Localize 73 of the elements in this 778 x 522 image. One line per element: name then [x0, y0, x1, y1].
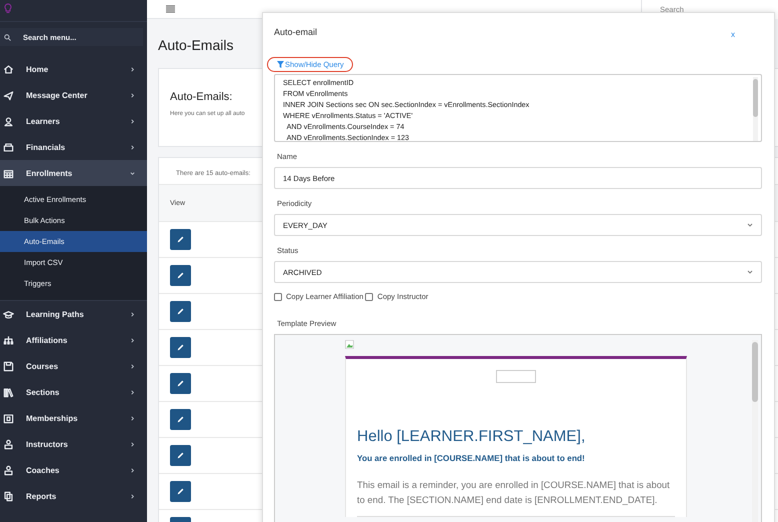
chevron-icon	[130, 312, 135, 316]
chevron-icon	[130, 364, 135, 368]
house-icon	[3, 64, 14, 74]
checkbox[interactable]	[274, 292, 282, 300]
pencil-icon	[176, 307, 185, 316]
broken-image-icon	[345, 340, 354, 349]
checkbox[interactable]	[365, 292, 374, 300]
section-heading: Auto-Emails:	[170, 91, 232, 103]
email-greeting: Hello [LEARNER.FIRST_NAME],	[357, 428, 586, 446]
scrollbar[interactable]	[752, 340, 758, 522]
person-icon	[3, 464, 14, 476]
graduation-cap-icon	[3, 308, 14, 320]
image-placeholder	[496, 370, 536, 383]
nav-item[interactable]: Affiliations	[0, 327, 147, 353]
chevron-icon	[130, 92, 135, 98]
edit-button[interactable]	[170, 481, 191, 502]
nav-item[interactable]: Financials	[0, 134, 147, 160]
email-subheading: You are enrolled in [COURSE.NAME] that is about to end!	[357, 453, 586, 463]
paper-plane-icon	[3, 90, 14, 100]
chevron-icon	[130, 416, 135, 420]
chevron-icon	[130, 468, 135, 472]
pencil-icon	[176, 487, 185, 496]
nav-item[interactable]: Learners	[0, 108, 147, 134]
chevron-icon	[130, 442, 135, 446]
menu-icon[interactable]	[166, 5, 175, 13]
nav-item[interactable]: Reports	[0, 483, 147, 509]
pencil-icon	[176, 379, 185, 388]
nav-item[interactable]: Message Center	[0, 82, 147, 108]
search-icon	[4, 34, 11, 41]
edit-button[interactable]	[170, 409, 191, 430]
nav-item[interactable]: Learning Paths	[0, 301, 147, 327]
nav-item[interactable]: Home	[0, 56, 147, 82]
page-title: Auto-Emails	[158, 37, 234, 53]
chevron-down-icon	[747, 223, 753, 227]
email-body-text: This email is a reminder, you are enrolled in [COURSE.NAME] that is about to end. The [SECTION.NAME] end date is [ENROLLMENT.END_DATE].	[357, 478, 671, 507]
chevron-down-icon	[747, 270, 753, 274]
edit-button[interactable]	[170, 229, 191, 250]
person-icon	[3, 116, 14, 126]
nav-item[interactable]: Sections	[0, 379, 147, 405]
chevron-icon	[130, 494, 135, 498]
pencil-icon	[176, 451, 185, 460]
pencil-icon	[176, 235, 185, 244]
chevron-icon	[130, 118, 135, 124]
close-button[interactable]: x	[731, 30, 735, 38]
nav-item[interactable]: Courses	[0, 353, 147, 379]
chevron-icon	[130, 144, 135, 150]
scrollbar[interactable]	[753, 77, 758, 141]
calendar-icon	[3, 168, 14, 178]
edit-button[interactable]	[170, 445, 191, 466]
chevron-icon	[130, 390, 135, 394]
lightbulb-logo-icon	[4, 3, 12, 14]
chevron-icon	[130, 338, 135, 342]
nav-item[interactable]: Coaches	[0, 457, 147, 483]
edit-button[interactable]	[170, 265, 191, 286]
edit-button[interactable]	[170, 373, 191, 394]
pencil-icon	[176, 271, 185, 280]
copy-icon	[3, 490, 14, 502]
pencil-icon	[176, 415, 185, 424]
id-card-icon	[3, 412, 14, 424]
nav-item[interactable]: Enrollments	[0, 160, 147, 186]
chevron-icon	[130, 66, 135, 72]
register-icon	[3, 142, 14, 152]
nav-item[interactable]: Memberships	[0, 405, 147, 431]
chevron-icon	[130, 170, 135, 176]
modal-title: Auto-email	[274, 27, 318, 37]
edit-button[interactable]	[170, 337, 191, 358]
edit-button[interactable]	[170, 301, 191, 322]
pencil-icon	[176, 343, 185, 352]
query-textarea[interactable]	[274, 74, 762, 142]
org-chart-icon	[3, 334, 14, 346]
books-icon	[3, 386, 14, 398]
nav-item[interactable]: Instructors	[0, 431, 147, 457]
person-icon	[3, 438, 14, 450]
